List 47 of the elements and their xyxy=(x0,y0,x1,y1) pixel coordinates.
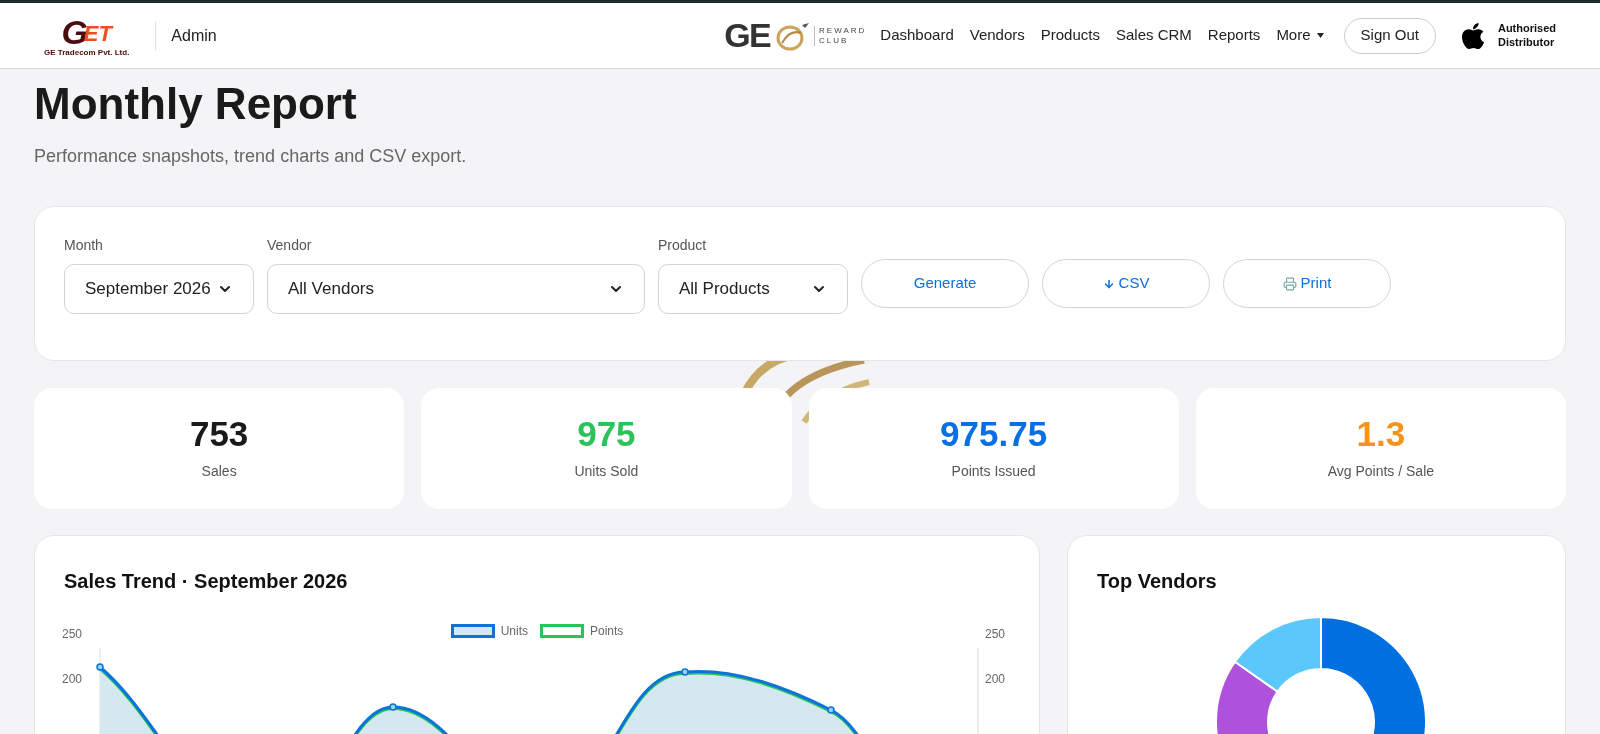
field-label: Product xyxy=(658,236,708,255)
stat-label: Avg Points / Sale xyxy=(1327,461,1435,481)
nav-link[interactable]: Products xyxy=(1040,24,1100,47)
field-label: Month xyxy=(64,236,104,255)
printer-icon xyxy=(1282,276,1297,291)
stat-value: 975.75 xyxy=(940,415,1048,451)
page-subtitle: Performance snapshots, trend charts and CSV export. xyxy=(34,145,468,168)
legend-label: Points xyxy=(590,623,624,640)
caret-down-icon xyxy=(1316,33,1324,38)
stat-value: 1.3 xyxy=(1356,415,1406,451)
globe-icon xyxy=(774,20,811,51)
axis-tick-label: 250 xyxy=(985,627,1005,641)
dropdown[interactable]: All Products xyxy=(658,264,848,314)
action-button[interactable]: Print xyxy=(1223,259,1391,308)
dropdown[interactable]: All Vendors xyxy=(267,264,645,314)
action-button[interactable]: Generate xyxy=(861,259,1029,308)
field-label: Vendor xyxy=(267,236,313,255)
data-point xyxy=(389,703,397,711)
stat-label: Sales xyxy=(201,461,237,481)
data-point xyxy=(96,663,104,671)
nav-link[interactable]: Sales CRM xyxy=(1116,24,1192,47)
axis-tick-label: 200 xyxy=(985,672,1005,686)
partner-logo: GE REWARD CLUB xyxy=(724,15,867,56)
page-title: Monthly Report xyxy=(34,82,358,126)
chart-title: Sales Trend · September 2026 xyxy=(63,569,349,594)
more-menu[interactable]: More xyxy=(1276,24,1324,47)
nav-link[interactable]: Dashboard xyxy=(880,24,954,47)
chart-title: Top Vendors xyxy=(1096,569,1218,594)
axis-tick-label: 200 xyxy=(62,672,82,686)
nav-link[interactable]: Vendors xyxy=(969,24,1025,47)
sign-out-button[interactable]: Sign Out xyxy=(1343,17,1436,54)
company-logo: GET GE Tradecom Pvt. Ltd. xyxy=(44,14,130,57)
section-title: Admin xyxy=(171,25,217,46)
stat-label: Points Issued xyxy=(951,461,1036,481)
action-button[interactable]: CSV xyxy=(1042,259,1210,308)
distributor-label: Authorised Distributor xyxy=(1497,21,1556,50)
arrow-down-icon xyxy=(1102,277,1115,290)
dropdown[interactable]: September 2026 xyxy=(64,264,254,314)
legend-label: Units xyxy=(500,623,528,640)
nav-link[interactable]: Reports xyxy=(1207,24,1261,47)
stat-value: 753 xyxy=(189,415,249,451)
stat-value: 975 xyxy=(577,415,636,451)
axis-tick-label: 250 xyxy=(62,627,82,641)
apple-logo-icon xyxy=(1459,20,1486,51)
stat-label: Units Sold xyxy=(574,461,639,481)
data-point xyxy=(681,668,689,676)
data-point xyxy=(827,706,835,714)
